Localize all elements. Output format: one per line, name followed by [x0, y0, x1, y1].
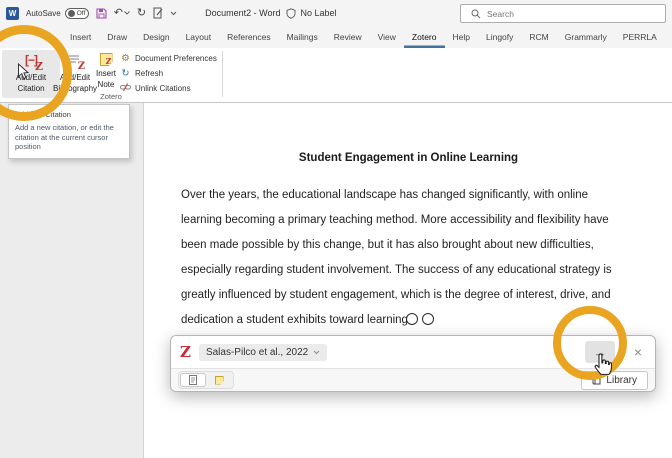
- citation-chip-label: Salas-Pilco et al., 2022: [206, 347, 308, 358]
- citation-dialog-actions: → ×: [585, 341, 646, 363]
- zotero-citation-dialog: Z Salas-Pilco et al., 2022 → ×: [170, 335, 656, 392]
- autosave-toggle[interactable]: AutoSave Off: [26, 8, 89, 19]
- word-window: W AutoSave Off ↶ ↻: [0, 0, 672, 458]
- refresh-icon: ↻: [120, 68, 131, 79]
- add-edit-citation-button[interactable]: [−] Z Add/Edit Citation: [2, 50, 60, 98]
- chevron-down-icon: [313, 350, 320, 355]
- arrow-right-icon: →: [594, 345, 607, 360]
- tooltip: Add/Edit Citation Add a new citation, or…: [8, 104, 130, 159]
- tab-review[interactable]: Review: [326, 26, 370, 48]
- toggle-knob-icon: [68, 10, 75, 17]
- paragraph-line: dedication a student exhibits toward lea…: [181, 308, 661, 333]
- undo-button[interactable]: ↶: [114, 8, 130, 19]
- library-button[interactable]: Library: [581, 371, 648, 390]
- sensitivity-label[interactable]: No Label: [301, 8, 337, 18]
- document-preferences-label: Document Preferences: [135, 54, 217, 63]
- citation-dialog-input-row: Z Salas-Pilco et al., 2022 → ×: [171, 336, 655, 368]
- ribbon-tab-row: Insert Draw Design Layout References Mai…: [0, 26, 672, 48]
- citation-view-toggle[interactable]: [180, 373, 206, 387]
- document-paragraph: Over the years, the educational landscap…: [181, 183, 661, 333]
- refresh-label: Refresh: [135, 69, 163, 78]
- quick-access-toolbar: W AutoSave Off ↶ ↻: [0, 7, 177, 20]
- document-icon: [189, 375, 197, 385]
- autosave-label: AutoSave: [26, 9, 61, 18]
- refresh-button[interactable]: ↻ Refresh: [120, 67, 217, 79]
- document-heading: Student Engagement in Online Learning: [144, 152, 672, 164]
- add-edit-citation-label-1: Add/Edit: [16, 72, 46, 83]
- tab-rcm[interactable]: RCM: [521, 26, 556, 48]
- tab-grammarly[interactable]: Grammarly: [557, 26, 615, 48]
- print-preview-button[interactable]: [153, 7, 163, 19]
- insert-note-button[interactable]: Z Insert Note: [90, 50, 122, 98]
- citation-icon: [−] Z: [21, 53, 41, 70]
- chevron-down-icon: [170, 11, 177, 16]
- tooltip-body: Add a new citation, or edit the citation…: [15, 123, 123, 152]
- close-button[interactable]: ×: [630, 344, 646, 360]
- redo-button[interactable]: ↻: [137, 8, 146, 19]
- paragraph-line: been made possible by this change, but i…: [181, 233, 661, 258]
- tab-mailings[interactable]: Mailings: [279, 26, 326, 48]
- accept-citation-button[interactable]: →: [585, 341, 615, 363]
- window-title: Document2 - Word No Label: [205, 8, 336, 19]
- autosave-switch[interactable]: Off: [65, 8, 89, 19]
- search-box[interactable]: [460, 4, 666, 23]
- tab-zotero[interactable]: Zotero: [404, 26, 445, 48]
- tab-perrla[interactable]: PERRLA: [615, 26, 665, 48]
- insert-note-label-2: Note: [98, 79, 115, 90]
- tab-references[interactable]: References: [219, 26, 278, 48]
- dialog-divider: [622, 343, 623, 361]
- zotero-group-label: Zotero: [0, 92, 222, 101]
- citation-placeholder-bubble: [406, 313, 418, 325]
- tab-design[interactable]: Design: [135, 26, 177, 48]
- paragraph-line: greatly influenced by student engagement…: [181, 283, 661, 308]
- titlebar: W AutoSave Off ↶ ↻: [0, 0, 672, 26]
- save-button[interactable]: [96, 8, 107, 19]
- search-input[interactable]: [487, 9, 647, 19]
- close-icon: ×: [634, 344, 642, 360]
- ribbon-group-separator: [222, 51, 223, 97]
- gear-icon: ⚙: [120, 53, 131, 64]
- library-button-label: Library: [606, 375, 637, 386]
- tab-help[interactable]: Help: [445, 26, 478, 48]
- citation-placeholder-bubble: [422, 313, 434, 325]
- insert-note-label-1: Insert: [96, 68, 116, 79]
- citation-chip[interactable]: Salas-Pilco et al., 2022: [199, 344, 327, 361]
- book-icon: [592, 375, 601, 385]
- word-logo-icon[interactable]: W: [6, 7, 19, 20]
- redo-icon: ↻: [137, 8, 146, 19]
- document-preferences-button[interactable]: ⚙ Document Preferences: [120, 52, 217, 64]
- tab-insert[interactable]: Insert: [62, 26, 99, 48]
- paragraph-line: learning becoming a primary teaching met…: [181, 208, 661, 233]
- search-icon: [471, 9, 481, 19]
- tab-acrobat[interactable]: Acrobat: [665, 26, 672, 48]
- view-toggle-group: [178, 371, 234, 389]
- tab-view[interactable]: View: [370, 26, 404, 48]
- zotero-logo-icon: Z: [180, 343, 191, 361]
- bibliography-icon: Z: [67, 53, 83, 70]
- undo-icon: ↶: [114, 8, 123, 19]
- tooltip-title: Add/Edit Citation: [15, 110, 123, 119]
- sensitivity-shield-icon: [286, 8, 296, 19]
- ribbon: [−] Z Add/Edit Citation Z Add/Edit Bibli…: [0, 48, 672, 103]
- document-pen-icon: [153, 7, 163, 19]
- autosave-state: Off: [77, 10, 86, 17]
- note-icon: [215, 376, 224, 385]
- tab-draw[interactable]: Draw: [99, 26, 135, 48]
- note-icon: Z: [100, 53, 113, 66]
- paragraph-line: Over the years, the educational landscap…: [181, 183, 661, 208]
- tab-lingofy[interactable]: Lingofy: [478, 26, 521, 48]
- qat-overflow-button[interactable]: [170, 11, 177, 16]
- zotero-small-buttons: ⚙ Document Preferences ↻ Refresh Unlink …: [120, 52, 217, 94]
- note-view-toggle[interactable]: [206, 373, 232, 387]
- paragraph-line: especially regarding student involvement…: [181, 258, 661, 283]
- document-page[interactable]: Student Engagement in Online Learning Ov…: [143, 103, 672, 458]
- chevron-down-icon: [124, 11, 130, 15]
- tab-layout[interactable]: Layout: [178, 26, 220, 48]
- add-edit-bibliography-button[interactable]: Z Add/Edit Bibliography: [58, 50, 92, 98]
- add-edit-bibliography-label-1: Add/Edit: [60, 72, 90, 83]
- save-icon: [96, 8, 107, 19]
- document-title-text: Document2 - Word: [205, 8, 280, 18]
- citation-dialog-footer: Library: [171, 368, 655, 391]
